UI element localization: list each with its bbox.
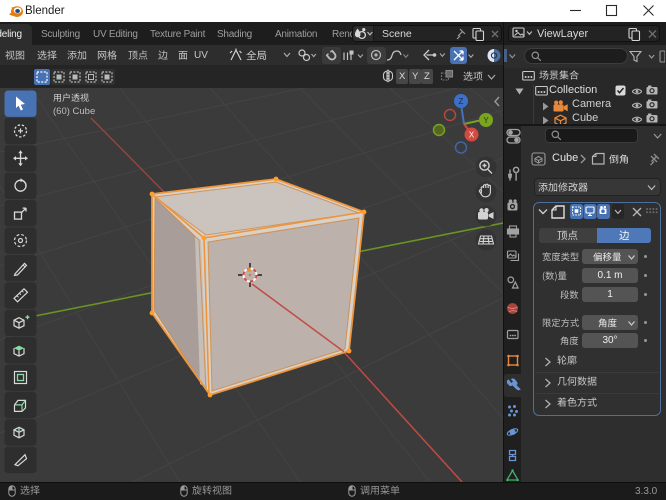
svg-text:Z: Z [459,97,464,106]
svg-text:Y: Y [483,116,489,125]
svg-text:X: X [469,131,475,140]
